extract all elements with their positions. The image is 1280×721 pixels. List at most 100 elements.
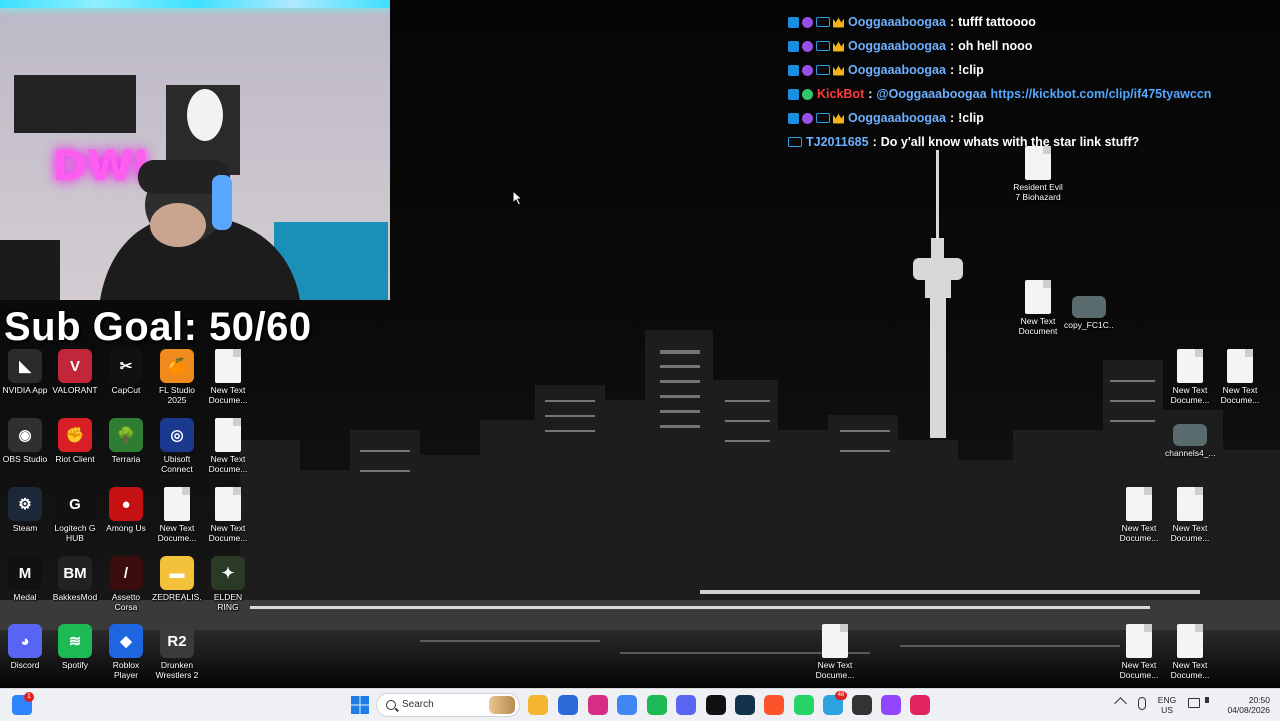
desktop-file[interactable]: New Text Docume... <box>1114 624 1164 680</box>
desktop-shortcut[interactable]: ✂ CapCut <box>101 349 151 395</box>
tiktok-icon[interactable] <box>910 695 930 715</box>
instagram-icon[interactable] <box>588 695 608 715</box>
desktop-shortcut[interactable]: 🌳 Terraria <box>101 418 151 464</box>
volume-icon[interactable] <box>1205 697 1209 703</box>
desktop-shortcut[interactable]: New Text Docume... <box>203 418 253 474</box>
desktop-shortcut-label: CapCut <box>111 385 141 395</box>
moderator-badge-icon <box>788 88 799 100</box>
desktop-file[interactable]: New Text Docume... <box>810 624 860 680</box>
elden-ring-icon: ✦ <box>211 556 245 590</box>
desktop-file[interactable]: New Text Docume... <box>1165 349 1215 405</box>
desktop-shortcut-label: Terraria <box>111 454 141 464</box>
chat-link[interactable]: https://kickbot.com/clip/if475tyawccn <box>991 87 1212 101</box>
desktop-shortcut-label: Assetto Corsa <box>111 592 141 612</box>
desktop-shortcut[interactable]: V VALORANT <box>50 349 100 395</box>
desktop-file[interactable]: New Text Docume... <box>1114 487 1164 543</box>
desktop-file[interactable]: New Text Docume... <box>1165 487 1215 543</box>
chat-username[interactable]: Ooggaaaboogaa <box>848 15 946 29</box>
chat-username[interactable]: KickBot <box>817 87 864 101</box>
desktop-shortcut[interactable]: ● Among Us <box>101 487 151 533</box>
webcam-feed-image: DWL <box>0 75 388 300</box>
dc-app-icon[interactable] <box>706 695 726 715</box>
desktop-shortcut[interactable]: ◣ NVIDIA App <box>0 349 50 395</box>
text-document-icon <box>822 624 848 658</box>
chrome-icon[interactable] <box>617 695 637 715</box>
desktop-shortcut-label: NVIDIA App <box>2 385 48 395</box>
chat-username[interactable]: Ooggaaaboogaa <box>848 39 946 53</box>
chat-badges <box>788 88 813 100</box>
microphone-icon[interactable] <box>1138 697 1146 710</box>
chat-badges <box>788 16 844 28</box>
desktop-shortcut[interactable]: / Assetto Corsa <box>101 556 151 612</box>
desktop-shortcut[interactable]: ▬ ZEDREALIS... <box>152 556 202 602</box>
desktop-file[interactable]: Resident Evil 7 Biohazard <box>1013 146 1063 202</box>
desktop-file-label: New Text Docume... <box>815 660 855 680</box>
desktop-shortcut[interactable]: 🍊 FL Studio 2025 <box>152 349 202 405</box>
text-document-icon <box>215 349 241 383</box>
notification-badge: 1 <box>24 692 34 702</box>
desktop-file[interactable]: New Text Document <box>1013 280 1063 336</box>
desktop-shortcut[interactable]: New Text Docume... <box>203 349 253 405</box>
chat-username[interactable]: TJ2011685 <box>806 135 869 149</box>
desktop-file-label: New Text Docume... <box>1119 660 1159 680</box>
desktop-shortcut[interactable]: New Text Docume... <box>152 487 202 543</box>
taskbar-search[interactable]: Search <box>376 693 520 717</box>
desktop-shortcut-label: Steam <box>12 523 38 533</box>
moderator-badge-icon <box>788 64 799 76</box>
network-icon[interactable] <box>1188 698 1200 708</box>
desktop-file[interactable]: copy_FC1C... <box>1064 290 1114 330</box>
chat-separator: : <box>949 111 955 125</box>
among-us-icon: ● <box>109 487 143 521</box>
desktop-shortcut[interactable]: ◉ OBS Studio <box>0 418 50 464</box>
chat-username[interactable]: Ooggaaaboogaa <box>848 111 946 125</box>
desktop-shortcut[interactable]: R2 Drunken Wrestlers 2 <box>152 624 202 680</box>
file-explorer-icon[interactable] <box>528 695 548 715</box>
desktop-shortcut-label: Discord <box>10 660 40 670</box>
logitech-icon: G <box>58 487 92 521</box>
chat-username[interactable]: Ooggaaaboogaa <box>848 63 946 77</box>
desktop-shortcut[interactable]: M Medal <box>0 556 50 602</box>
chat-message: KickBot: @Ooggaaaboogaa https://kickbot.co… <box>788 82 1278 106</box>
desktop-shortcut[interactable]: ⚙ Steam <box>0 487 50 533</box>
desktop-file[interactable]: channels4_... <box>1165 418 1215 458</box>
chat-message: Ooggaaaboogaa: oh hell nooo <box>788 34 1278 58</box>
desktop-shortcut[interactable]: New Text Docume... <box>203 487 253 543</box>
taskbar: 1 Search 48 ENG US 20:50 04/08/2026 <box>0 688 1280 721</box>
desktop-shortcut-label: New Text Docume... <box>157 523 197 543</box>
desktop-shortcut[interactable]: ✦ ELDEN RING <box>203 556 253 612</box>
desktop-shortcut[interactable]: ≋ Spotify <box>50 624 100 670</box>
discord-taskbar-icon[interactable] <box>676 695 696 715</box>
desktop-shortcut[interactable]: ◎ Ubisoft Connect <box>152 418 202 474</box>
desktop-shortcut[interactable]: ✊ Riot Client <box>50 418 100 464</box>
search-icon <box>386 700 396 710</box>
bakkesmod-icon: BM <box>58 556 92 590</box>
start-button[interactable] <box>350 695 370 715</box>
desktop-file[interactable]: New Text Docume... <box>1215 349 1265 405</box>
show-hidden-icons-chevron-icon[interactable] <box>1114 697 1127 710</box>
nvidia-icon: ◣ <box>8 349 42 383</box>
brave-icon[interactable] <box>764 695 784 715</box>
mouse-cursor-icon <box>512 190 524 206</box>
chat-message-text: !clip <box>958 63 984 77</box>
desktop-shortcut[interactable]: G Logitech G HUB <box>50 487 100 543</box>
desktop-file[interactable]: New Text Docume... <box>1165 624 1215 680</box>
obs-taskbar-icon[interactable] <box>852 695 872 715</box>
image-file-icon <box>1173 424 1207 446</box>
desktop-shortcut-label: Spotify <box>62 660 88 670</box>
spotify-taskbar-icon[interactable] <box>647 695 667 715</box>
terraria-icon: 🌳 <box>109 418 143 452</box>
language-indicator[interactable]: ENG US <box>1154 695 1180 715</box>
desktop-shortcut[interactable]: ◆ Roblox Player <box>101 624 151 680</box>
discord-icon: ◕ <box>8 624 42 658</box>
valorant-icon: V <box>58 349 92 383</box>
subscriber-badge-icon <box>788 137 802 147</box>
vegas-icon[interactable] <box>735 695 755 715</box>
microsoft-store-icon[interactable] <box>558 695 578 715</box>
desktop-shortcut-label: New Text Docume... <box>208 454 248 474</box>
clock[interactable]: 20:50 04/08/2026 <box>1222 695 1270 715</box>
whatsapp-icon[interactable] <box>794 695 814 715</box>
text-document-icon <box>164 487 190 521</box>
desktop-shortcut[interactable]: BM BakkesMod <box>50 556 100 602</box>
twitch-icon[interactable] <box>881 695 901 715</box>
desktop-shortcut[interactable]: ◕ Discord <box>0 624 50 670</box>
